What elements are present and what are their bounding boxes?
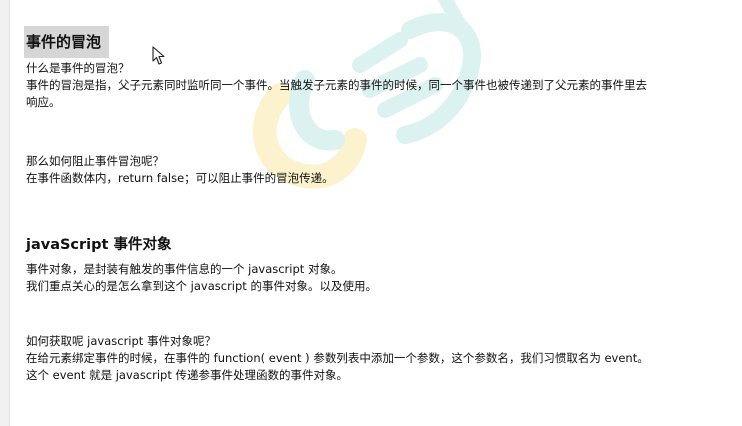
- get-event-question: 如何获取呢 javascript 事件对象呢？: [26, 334, 216, 348]
- question-text: 什么是事件的冒泡？: [26, 61, 130, 75]
- section-title-bubbling: 事件的冒泡: [24, 26, 110, 58]
- editor-gutter: [0, 0, 10, 426]
- section-title-event-object: javaScript 事件对象: [26, 237, 172, 253]
- answer-line-2: 响应。: [26, 95, 61, 109]
- get-event-answer-1: 在给元素绑定事件的时候，在事件的 function( event ) 参数列表中…: [26, 351, 649, 365]
- event-object-line-2: 我们重点关心的是怎么拿到这个 javascript 的事件对象。以及使用。: [26, 279, 377, 293]
- answer-line-1: 事件的冒泡是指，父子元素同时监听同一个事件。当触发子元素的事件的时候，同一个事件…: [26, 78, 647, 92]
- event-object-line-1: 事件对象，是封装有触发的事件信息的一个 javascript 对象。: [26, 262, 343, 276]
- prevent-question: 那么如何阻止事件冒泡呢？: [26, 154, 164, 168]
- get-event-answer-2: 这个 event 就是 javascript 传递参事件处理函数的事件对象。: [26, 368, 349, 382]
- prevent-answer: 在事件函数体内，return false；可以阻止事件的冒泡传递。: [26, 171, 334, 185]
- mouse-pointer-icon: [152, 46, 165, 65]
- document-body: 事件的冒泡 什么是事件的冒泡？ 事件的冒泡是指，父子元素同时监听同一个事件。当触…: [24, 26, 738, 384]
